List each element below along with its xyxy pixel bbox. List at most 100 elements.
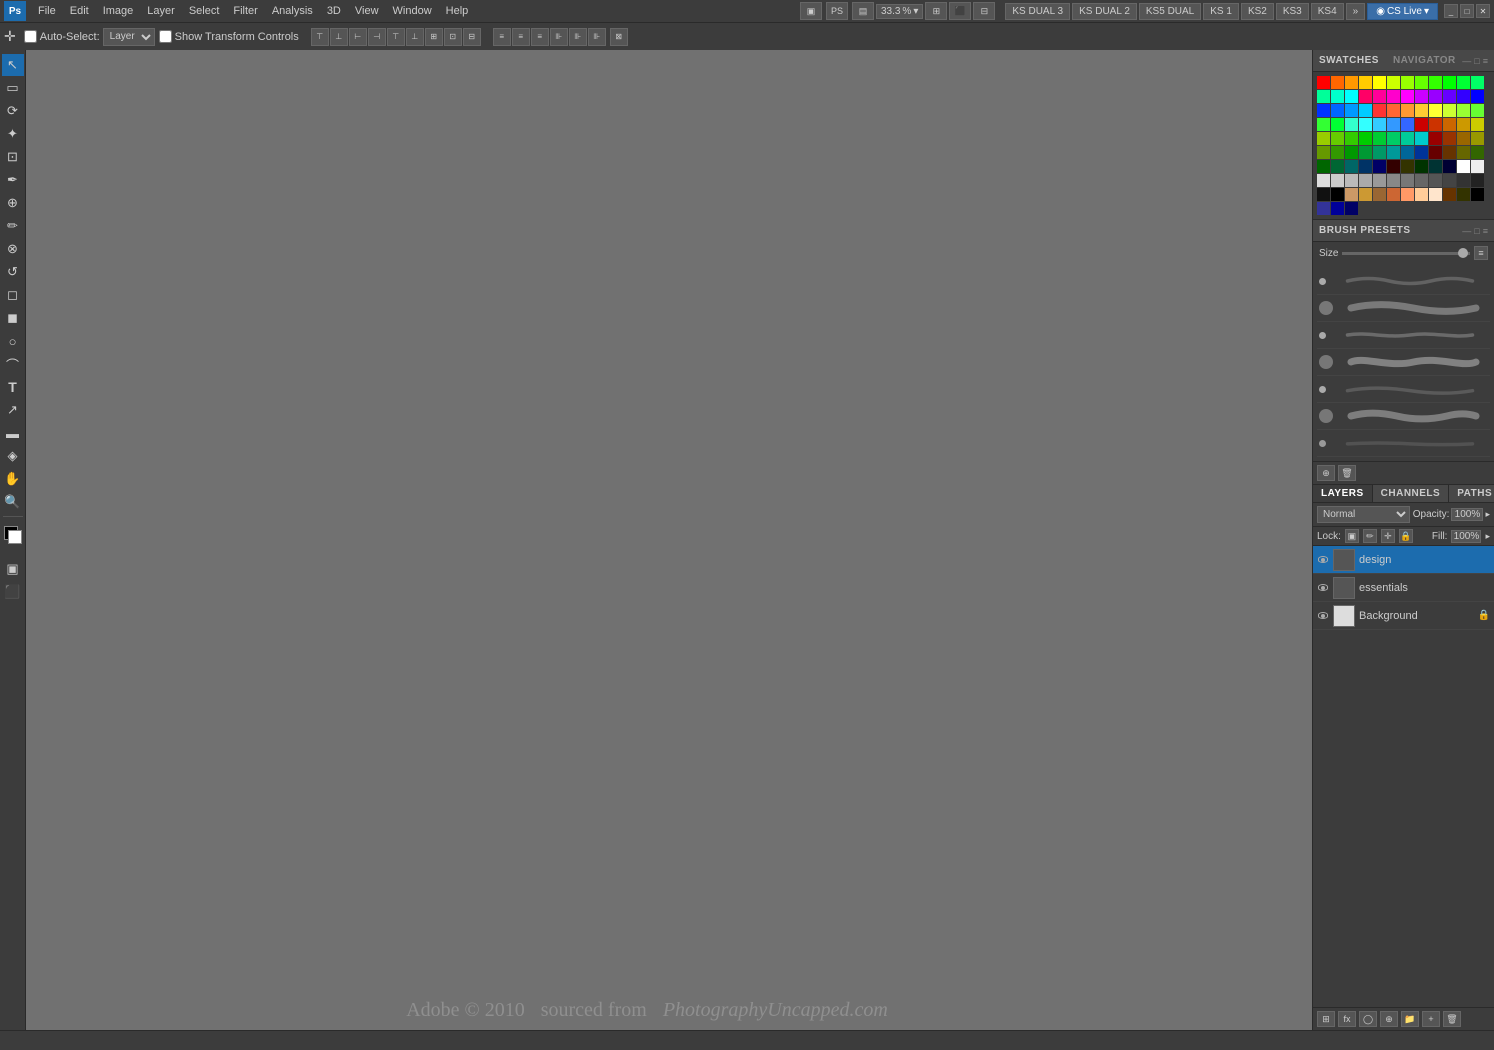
brush-preset-item[interactable] (1317, 295, 1490, 322)
swatch[interactable] (1373, 104, 1386, 117)
brush-delete-btn[interactable]: 🗑 (1338, 465, 1356, 481)
clone-stamp-tool[interactable]: ⊗ (2, 238, 24, 260)
align-bottom-center[interactable]: ⊡ (444, 28, 462, 46)
layer-visibility-toggle[interactable] (1317, 582, 1329, 594)
swatch[interactable] (1317, 188, 1330, 201)
swatch[interactable] (1331, 174, 1344, 187)
swatch[interactable] (1471, 104, 1484, 117)
swatch[interactable] (1429, 90, 1442, 103)
swatch[interactable] (1345, 76, 1358, 89)
swatch[interactable] (1317, 174, 1330, 187)
lock-position-btn[interactable]: ✛ (1381, 529, 1395, 543)
brush-new-btn[interactable]: ⊕ (1317, 465, 1335, 481)
swatch[interactable] (1387, 118, 1400, 131)
swatch[interactable] (1401, 76, 1414, 89)
swatch[interactable] (1429, 174, 1442, 187)
swatch[interactable] (1457, 174, 1470, 187)
align-top-center[interactable]: ⊥ (330, 28, 348, 46)
navigator-title[interactable]: NAVIGATOR (1393, 55, 1456, 66)
healing-brush-tool[interactable]: ⊕ (2, 192, 24, 214)
color-sample-btn[interactable]: ⬛ (949, 2, 971, 20)
swatch[interactable] (1373, 118, 1386, 131)
menu-select[interactable]: Select (183, 3, 226, 19)
swatch[interactable] (1317, 132, 1330, 145)
layer-visibility-toggle[interactable] (1317, 610, 1329, 622)
swatch[interactable] (1345, 146, 1358, 159)
swatch[interactable] (1443, 118, 1456, 131)
menu-edit[interactable]: Edit (64, 3, 95, 19)
tab-channels[interactable]: CHANNELS (1373, 485, 1450, 502)
swatch[interactable] (1401, 132, 1414, 145)
ks5-dual-btn[interactable]: KS5 DUAL (1139, 3, 1201, 20)
swatch[interactable] (1359, 90, 1372, 103)
zoom-tool[interactable]: 🔍 (2, 491, 24, 513)
swatch[interactable] (1401, 146, 1414, 159)
swatch[interactable] (1457, 76, 1470, 89)
brush-menu-icon[interactable]: ≡ (1483, 226, 1488, 236)
distribute-left[interactable]: ⊪ (550, 28, 568, 46)
brush-preset-item[interactable] (1317, 349, 1490, 376)
layer-mask-btn[interactable]: ◯ (1359, 1011, 1377, 1027)
fill-value[interactable]: 100% (1451, 530, 1481, 543)
layer-adjust-btn[interactable]: ⊕ (1380, 1011, 1398, 1027)
ks-more-btn[interactable]: » (1346, 3, 1366, 20)
gradient-tool[interactable]: ◼ (2, 307, 24, 329)
swatch[interactable] (1359, 76, 1372, 89)
layer-visibility-toggle[interactable] (1317, 554, 1329, 566)
align-top-right[interactable]: ⊢ (349, 28, 367, 46)
swatches-header[interactable]: SWATCHES NAVIGATOR — □ ≡ (1313, 50, 1494, 72)
swatch[interactable] (1387, 160, 1400, 173)
swatch[interactable] (1317, 76, 1330, 89)
menu-window[interactable]: Window (387, 3, 438, 19)
swatch[interactable] (1359, 188, 1372, 201)
swatch[interactable] (1415, 174, 1428, 187)
swatch[interactable] (1331, 118, 1344, 131)
swatch[interactable] (1345, 160, 1358, 173)
swatch[interactable] (1373, 174, 1386, 187)
zoom-mode-btn[interactable]: ⊞ (925, 2, 947, 20)
swatch[interactable] (1457, 188, 1470, 201)
ks-dual2-btn[interactable]: KS DUAL 2 (1072, 3, 1137, 20)
swatch[interactable] (1401, 104, 1414, 117)
auto-align-btn[interactable]: ⊠ (610, 28, 628, 46)
layer-item[interactable]: essentials (1313, 574, 1494, 602)
swatch[interactable] (1331, 160, 1344, 173)
path-selection-tool[interactable]: ↗ (2, 399, 24, 421)
swatch[interactable] (1443, 76, 1456, 89)
swatch[interactable] (1359, 160, 1372, 173)
brush-preset-item[interactable] (1317, 376, 1490, 403)
swatch[interactable] (1331, 132, 1344, 145)
brush-presets-header[interactable]: BRUSH PRESETS — □ ≡ (1313, 220, 1494, 242)
swatches-expand-icon[interactable]: □ (1474, 56, 1479, 66)
layer-item[interactable]: Background🔒 (1313, 602, 1494, 630)
swatch[interactable] (1415, 118, 1428, 131)
swatch[interactable] (1331, 146, 1344, 159)
swatch[interactable] (1471, 90, 1484, 103)
shape-tool[interactable]: ▬ (2, 422, 24, 444)
swatch[interactable] (1457, 160, 1470, 173)
swatch[interactable] (1345, 202, 1358, 215)
swatch[interactable] (1429, 118, 1442, 131)
align-top-left[interactable]: ⊤ (311, 28, 329, 46)
brush-expand-icon[interactable]: □ (1474, 226, 1479, 236)
swatch[interactable] (1429, 132, 1442, 145)
brush-preset-item[interactable] (1317, 322, 1490, 349)
minimize-app-btn[interactable]: PS (826, 2, 848, 20)
tab-layers[interactable]: LAYERS (1313, 485, 1373, 502)
align-right[interactable]: ⊥ (406, 28, 424, 46)
swatch[interactable] (1373, 188, 1386, 201)
swatch[interactable] (1387, 174, 1400, 187)
swatch[interactable] (1401, 90, 1414, 103)
ks2-btn[interactable]: KS2 (1241, 3, 1274, 20)
swatch[interactable] (1429, 160, 1442, 173)
eraser-tool[interactable]: ◻ (2, 284, 24, 306)
swatch[interactable] (1471, 132, 1484, 145)
swatch[interactable] (1359, 146, 1372, 159)
swatch[interactable] (1359, 118, 1372, 131)
menu-filter[interactable]: Filter (227, 3, 263, 19)
swatch[interactable] (1401, 174, 1414, 187)
cs-live-dropdown[interactable]: ▾ (1424, 6, 1429, 17)
menu-layer[interactable]: Layer (141, 3, 181, 19)
auto-select-checkbox[interactable]: Auto-Select: Layer (24, 28, 155, 46)
swatch[interactable] (1331, 202, 1344, 215)
